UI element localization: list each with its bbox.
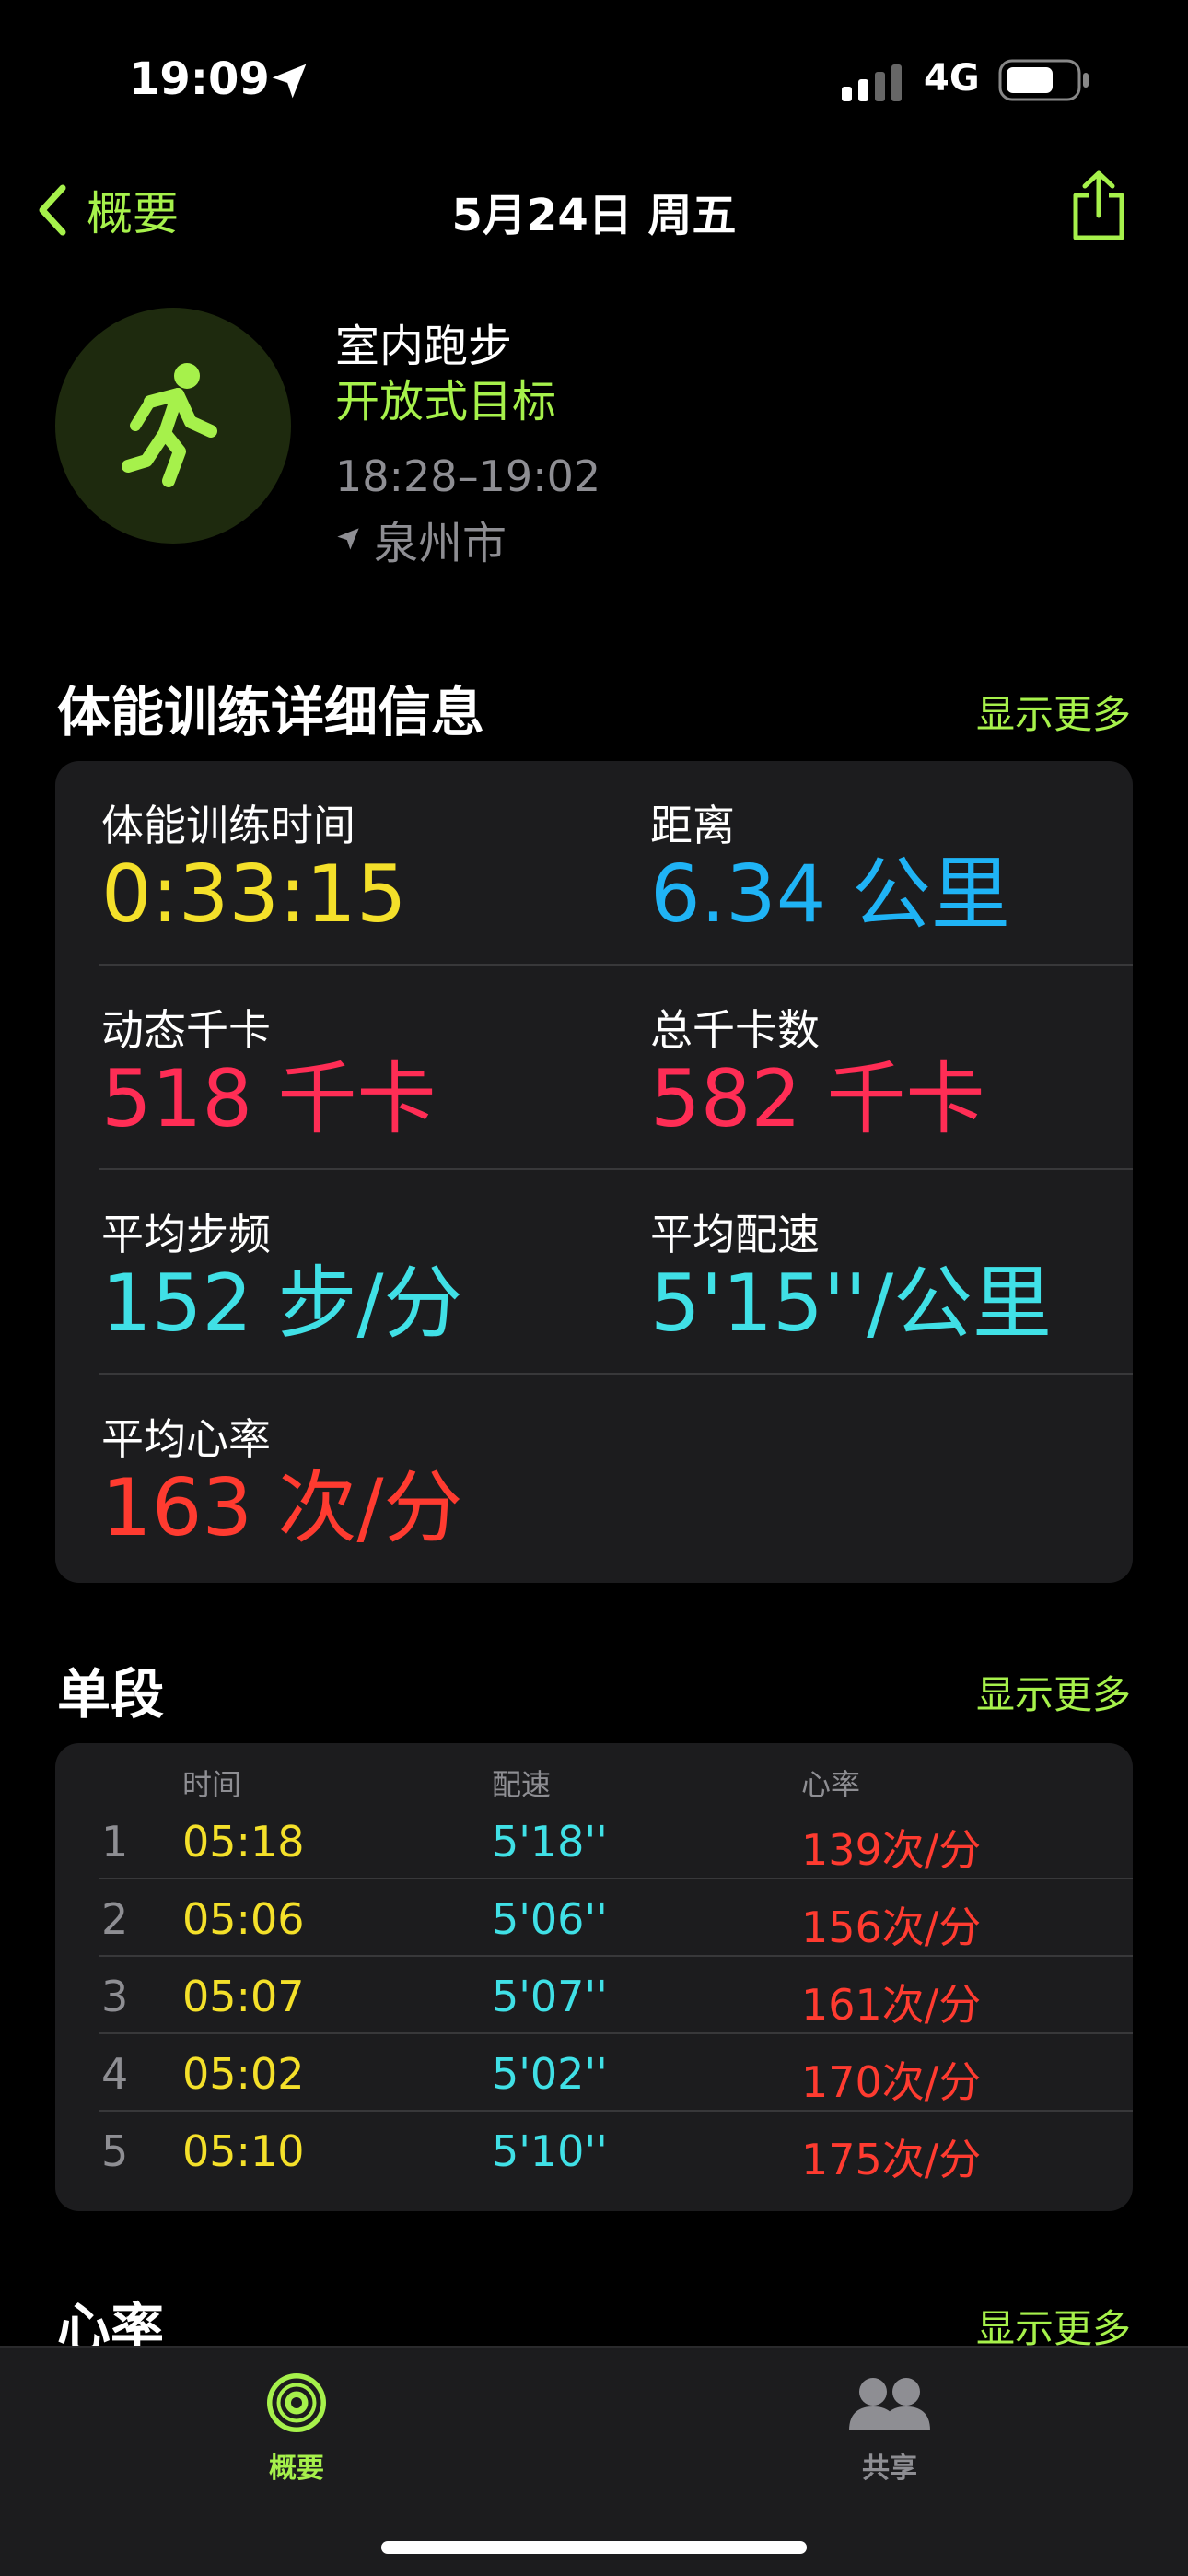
split-row: 2 05:06 5'06'' 156次/分 [55,1879,1133,1957]
location-arrow-icon [337,528,359,550]
details-section-title: 体能训练详细信息 [57,681,485,744]
workout-details-card: 体能训练时间 0:33:15 距离 6.34 公里 动态千卡 518 千卡 总千… [55,761,1133,1583]
split-time: 05:02 [182,2049,305,2099]
splits-section-title: 单段 [57,1663,165,1726]
split-pace: 5'02'' [492,2049,608,2099]
split-number: 4 [101,2049,129,2099]
heart-rate-unit: 次 [277,1462,357,1554]
heart-rate-metric: 平均心率 163 次/分 [101,1406,462,1550]
split-number: 1 [101,1817,129,1867]
split-heart-rate: 139次/分 [801,1825,982,1875]
split-pace: 5'07'' [492,1972,608,2021]
pace-number: 5'15'' [650,1258,868,1350]
cadence-value: 152 步/分 [101,1262,462,1345]
split-row: 3 05:07 5'07'' 161次/分 [55,1957,1133,2034]
duration-label: 体能训练时间 [101,801,355,850]
details-show-more-link[interactable]: 显示更多 [976,684,1131,740]
cadence-per: /分 [356,1258,463,1350]
split-pace: 5'06'' [492,1894,608,1944]
split-time: 05:10 [182,2126,305,2176]
running-figure-icon [122,363,217,487]
active-calories-label: 动态千卡 [101,1005,271,1055]
split-number: 3 [101,1972,129,2021]
split-heart-rate: 170次/分 [801,2057,982,2107]
location-arrow-icon [269,61,309,105]
workout-type-badge [55,308,291,544]
split-number: 2 [101,1894,129,1944]
workout-location: 泉州市 [335,507,507,571]
active-calories-value: 518 千卡 [101,1058,437,1141]
splits-show-more-link[interactable]: 显示更多 [976,1664,1131,1720]
tab-sharing[interactable]: 共享 [798,2370,982,2486]
split-header-time: 时间 [182,1767,242,1802]
heart-rate-label: 平均心率 [101,1414,271,1464]
signal-bars-icon [840,63,906,107]
split-pace: 5'18'' [492,1817,608,1867]
split-heart-rate: 175次/分 [801,2135,982,2184]
divider [99,964,1133,966]
active-calories-metric: 动态千卡 518 千卡 [101,997,437,1141]
status-time: 19:09 [129,53,270,105]
duration-metric: 体能训练时间 0:33:15 [101,792,407,936]
split-row: 5 05:10 5'10'' 175次/分 [55,2112,1133,2189]
cadence-metric: 平均步频 152 步/分 [101,1201,462,1345]
home-indicator[interactable] [381,2541,807,2554]
split-row: 1 05:18 5'18'' 139次/分 [55,1802,1133,1879]
tab-summary-label: 概要 [269,2453,324,2485]
heart-rate-per: /分 [356,1462,463,1554]
workout-goal: 开放式目标 [335,376,557,427]
share-icon [1073,170,1124,240]
battery-icon [998,59,1090,105]
workout-detail-screen: { "status_bar": { "time": "19:09", "netw… [0,0,1188,2576]
split-number: 5 [101,2126,129,2176]
share-button[interactable] [1068,170,1129,247]
pace-metric: 平均配速 5'15''/公里 [650,1201,1052,1345]
location-text: 泉州市 [374,518,507,569]
distance-value: 6.34 公里 [650,853,1010,936]
split-time: 05:07 [182,1972,305,2021]
split-header-hr: 心率 [801,1767,861,1802]
split-time: 05:18 [182,1817,305,1867]
total-calories-metric: 总千卡数 582 千卡 [650,997,985,1141]
tab-summary[interactable]: 概要 [204,2370,389,2486]
activity-rings-icon [267,2373,326,2432]
distance-label: 距离 [650,801,735,850]
pace-per: /公里 [867,1258,1053,1350]
pace-label: 平均配速 [650,1210,820,1259]
split-pace: 5'10'' [492,2126,608,2176]
workout-time-range: 18:28–19:02 [335,451,601,501]
cadence-label: 平均步频 [101,1210,271,1259]
heart-rate-number: 163 [101,1462,253,1554]
people-icon [849,2378,930,2430]
split-row: 4 05:02 5'02'' 170次/分 [55,2034,1133,2112]
total-calories-unit: 千卡 [826,1053,985,1145]
active-calories-unit: 千卡 [277,1053,437,1145]
distance-number: 6.34 [650,849,827,941]
active-calories-number: 518 [101,1053,253,1145]
splits-card: 时间 配速 心率 1 05:18 5'18'' 139次/分 2 05:06 5… [55,1743,1133,2211]
split-heart-rate: 161次/分 [801,1980,982,2030]
total-calories-number: 582 [650,1053,802,1145]
tab-sharing-label: 共享 [862,2453,917,2485]
page-title: 5月24日 周五 [451,190,737,241]
split-header-pace: 配速 [492,1767,552,1802]
heart-rate-value: 163 次/分 [101,1467,462,1550]
split-time: 05:06 [182,1894,305,1944]
divider [99,1168,1133,1170]
total-calories-label: 总千卡数 [650,1005,820,1055]
distance-unit: 公里 [851,849,1010,941]
split-heart-rate: 156次/分 [801,1903,982,1952]
total-calories-value: 582 千卡 [650,1058,985,1141]
network-type: 4G [924,57,980,100]
cadence-unit: 步 [277,1258,357,1350]
pace-value: 5'15''/公里 [650,1262,1052,1345]
distance-metric: 距离 6.34 公里 [650,792,1010,936]
cadence-number: 152 [101,1258,253,1350]
duration-value: 0:33:15 [101,849,407,941]
divider [99,1373,1133,1375]
